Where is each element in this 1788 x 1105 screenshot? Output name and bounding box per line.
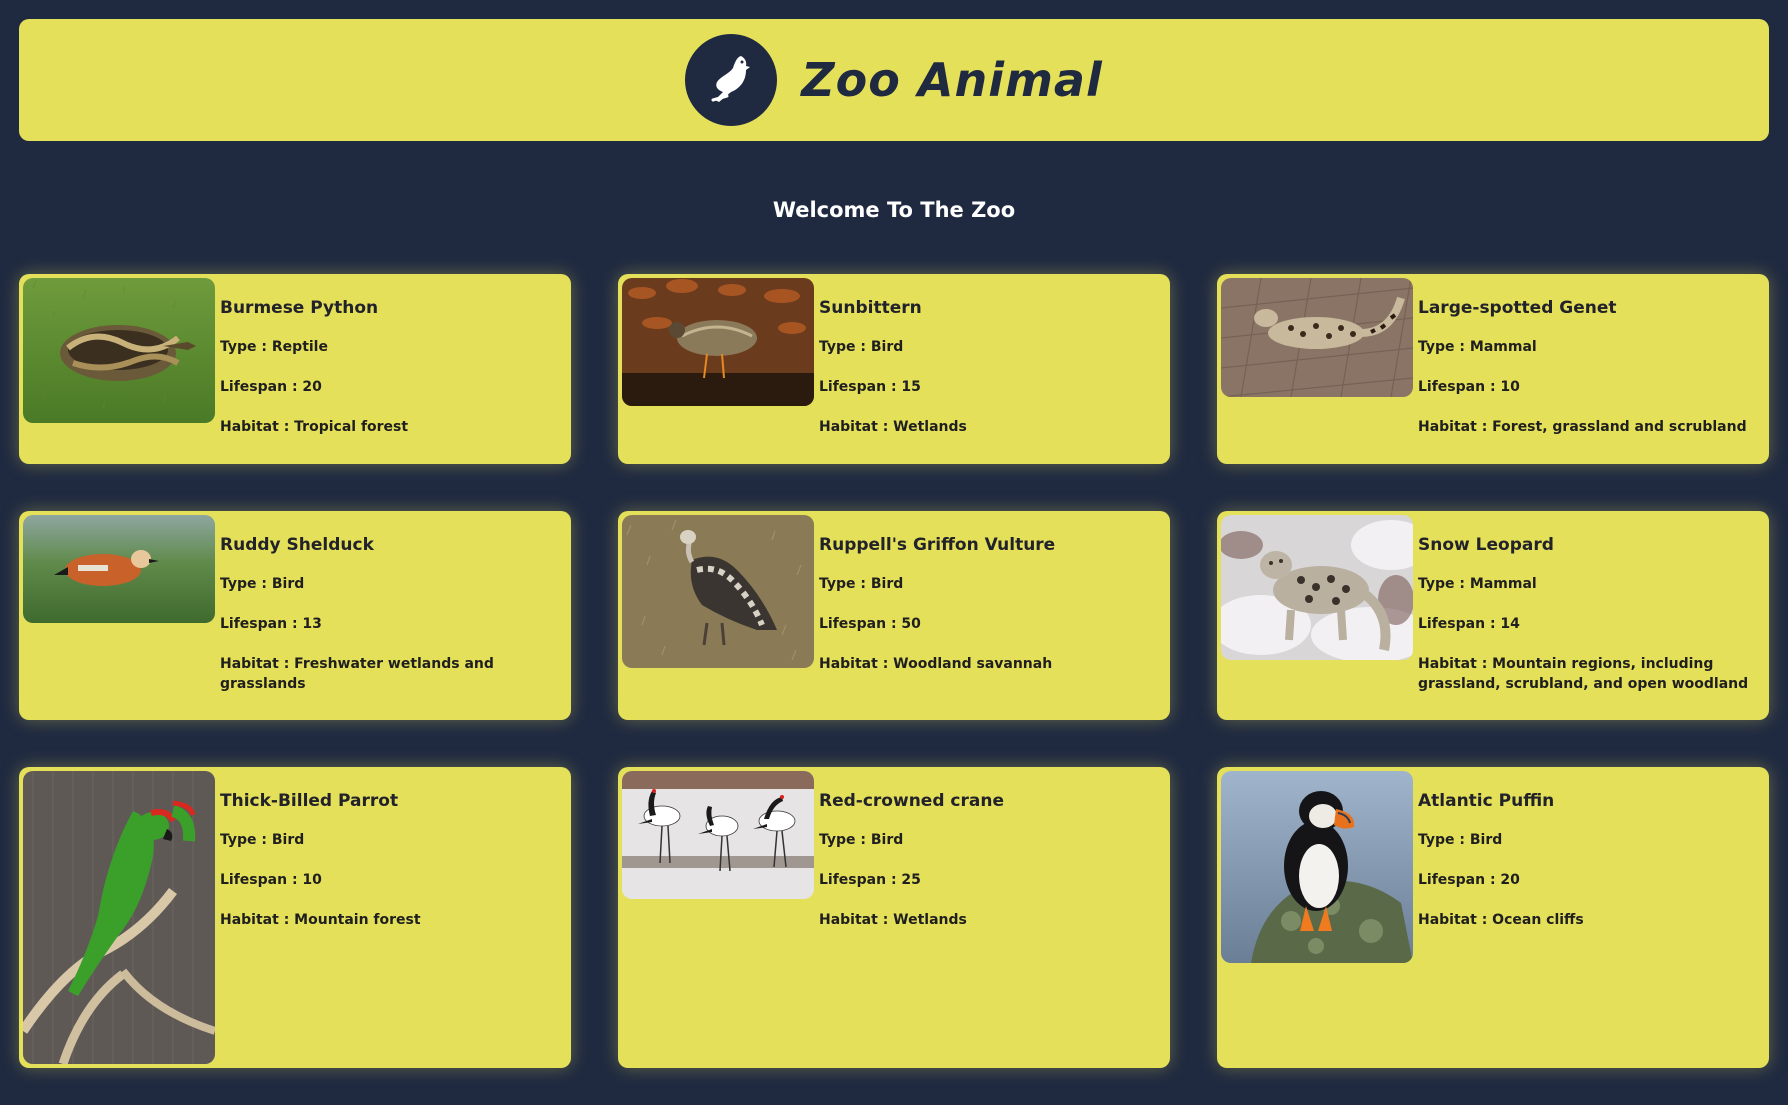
animal-info: Thick-Billed Parrot Type : Bird Lifespan… [220,791,563,950]
animal-info: Ruppell's Griffon Vulture Type : Bird Li… [819,535,1162,694]
animal-name: Ruppell's Griffon Vulture [819,535,1056,555]
animal-name: Snow Leopard [1418,535,1554,555]
animal-card[interactable]: Ruppell's Griffon Vulture Type : Bird Li… [618,511,1170,720]
animal-card[interactable]: Large-spotted Genet Type : Mammal Lifesp… [1217,274,1769,464]
animal-lifespan: Lifespan : 20 [1418,872,1520,888]
animal-info: Red-crowned crane Type : Bird Lifespan :… [819,791,1162,950]
animal-type: Type : Mammal [1418,339,1537,355]
shelduck-photo [23,515,215,623]
animal-name: Ruddy Shelduck [220,535,374,555]
python-photo [23,278,215,423]
animal-type: Type : Bird [220,832,305,848]
bird-icon [685,34,778,126]
animal-info: Snow Leopard Type : Mammal Lifespan : 14… [1418,535,1761,714]
animal-type: Type : Bird [819,576,904,592]
genet-photo [1221,278,1413,397]
animal-info: Sunbittern Type : Bird Lifespan : 15 Hab… [819,298,1162,457]
animal-name: Atlantic Puffin [1418,791,1555,811]
welcome-heading: Welcome To The Zoo [772,198,1016,222]
animal-lifespan: Lifespan : 15 [819,379,921,395]
animal-card[interactable]: Sunbittern Type : Bird Lifespan : 15 Hab… [618,274,1170,464]
animal-info: Large-spotted Genet Type : Mammal Lifesp… [1418,298,1761,457]
animal-card[interactable]: Thick-Billed Parrot Type : Bird Lifespan… [19,767,571,1068]
animal-habitat: Habitat : Woodland savannah [819,656,1053,672]
animal-type: Type : Bird [819,339,904,355]
animal-card[interactable]: Ruddy Shelduck Type : Bird Lifespan : 13… [19,511,571,720]
animal-habitat: Habitat : Ocean cliffs [1418,912,1584,928]
animal-type: Type : Bird [220,576,305,592]
animal-name: Burmese Python [220,298,379,318]
animal-habitat: Habitat : Forest, grassland and scrublan… [1418,419,1747,435]
animal-name: Thick-Billed Parrot [220,791,399,811]
animal-lifespan: Lifespan : 14 [1418,616,1520,632]
site-title: Zoo Animal [801,53,1103,107]
animal-habitat: Habitat : Mountain regions, including gr… [1418,656,1749,692]
animal-habitat: Habitat : Wetlands [819,419,967,435]
animal-type: Type : Bird [1418,832,1503,848]
animal-habitat: Habitat : Tropical forest [220,419,409,435]
logo[interactable]: Zoo Animal [685,34,1102,126]
animal-lifespan: Lifespan : 20 [220,379,322,395]
animal-card[interactable]: Red-crowned crane Type : Bird Lifespan :… [618,767,1170,1068]
vulture-photo [622,515,814,668]
animal-habitat: Habitat : Wetlands [819,912,967,928]
animal-name: Large-spotted Genet [1418,298,1617,318]
animal-type: Type : Mammal [1418,576,1537,592]
animal-info: Burmese Python Type : Reptile Lifespan :… [220,298,563,457]
animal-name: Red-crowned crane [819,791,1004,811]
animal-name: Sunbittern [819,298,922,318]
animal-lifespan: Lifespan : 10 [1418,379,1520,395]
leopard-photo [1221,515,1413,660]
animal-info: Atlantic Puffin Type : Bird Lifespan : 2… [1418,791,1761,950]
animal-type: Type : Reptile [220,339,328,355]
animal-lifespan: Lifespan : 13 [220,616,322,632]
animal-lifespan: Lifespan : 50 [819,616,921,632]
animal-card[interactable]: Atlantic Puffin Type : Bird Lifespan : 2… [1217,767,1769,1068]
animal-type: Type : Bird [819,832,904,848]
animal-habitat: Habitat : Freshwater wetlands and grassl… [220,656,494,692]
animal-card[interactable]: Burmese Python Type : Reptile Lifespan :… [19,274,571,464]
parrot-photo [23,771,215,1064]
animal-lifespan: Lifespan : 10 [220,872,322,888]
crane-photo [622,771,814,899]
sunbittern-photo [622,278,814,406]
animal-lifespan: Lifespan : 25 [819,872,921,888]
animal-habitat: Habitat : Mountain forest [220,912,421,928]
site-header: Zoo Animal [19,19,1769,141]
animal-info: Ruddy Shelduck Type : Bird Lifespan : 13… [220,535,563,714]
animal-card[interactable]: Snow Leopard Type : Mammal Lifespan : 14… [1217,511,1769,720]
puffin-photo [1221,771,1413,963]
